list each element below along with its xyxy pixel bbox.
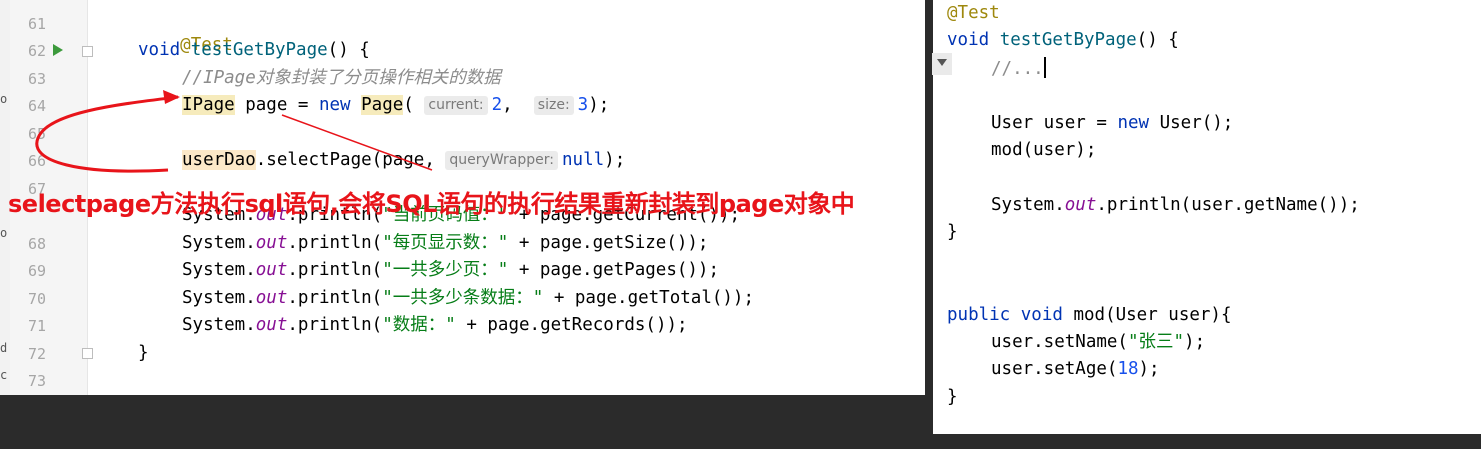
red-annotation-text: selectpage方法执行sql语句,会将SQL语句的执行结果重新封装到pag… <box>8 190 855 218</box>
red-pointer-line <box>281 114 433 171</box>
code-line: User user = new User(); <box>991 113 1234 133</box>
left-code-editor[interactable]: o o d c 61 62 63 64 65 66 67 68 69 70 71… <box>0 0 925 395</box>
code-line: user.setAge(18); <box>991 359 1160 379</box>
code-line: } <box>947 387 958 407</box>
red-curve-arrow <box>35 95 179 173</box>
code-line: System.out.println(user.getName()); <box>991 195 1360 215</box>
code-line: @Test <box>947 3 1000 23</box>
red-arrow-head <box>163 90 180 104</box>
code-line: void testGetByPage() { <box>947 30 1179 50</box>
text-caret <box>1043 57 1046 78</box>
right-code-editor[interactable]: @Test void testGetByPage() { //... User … <box>933 0 1481 434</box>
chevron-down-icon[interactable] <box>937 59 947 66</box>
code-line: //... <box>991 57 1046 79</box>
code-line: } <box>947 222 958 242</box>
code-line: public void mod(User user){ <box>947 305 1232 325</box>
code-line: user.setName("张三"); <box>991 332 1206 352</box>
code-line: mod(user); <box>991 140 1097 160</box>
